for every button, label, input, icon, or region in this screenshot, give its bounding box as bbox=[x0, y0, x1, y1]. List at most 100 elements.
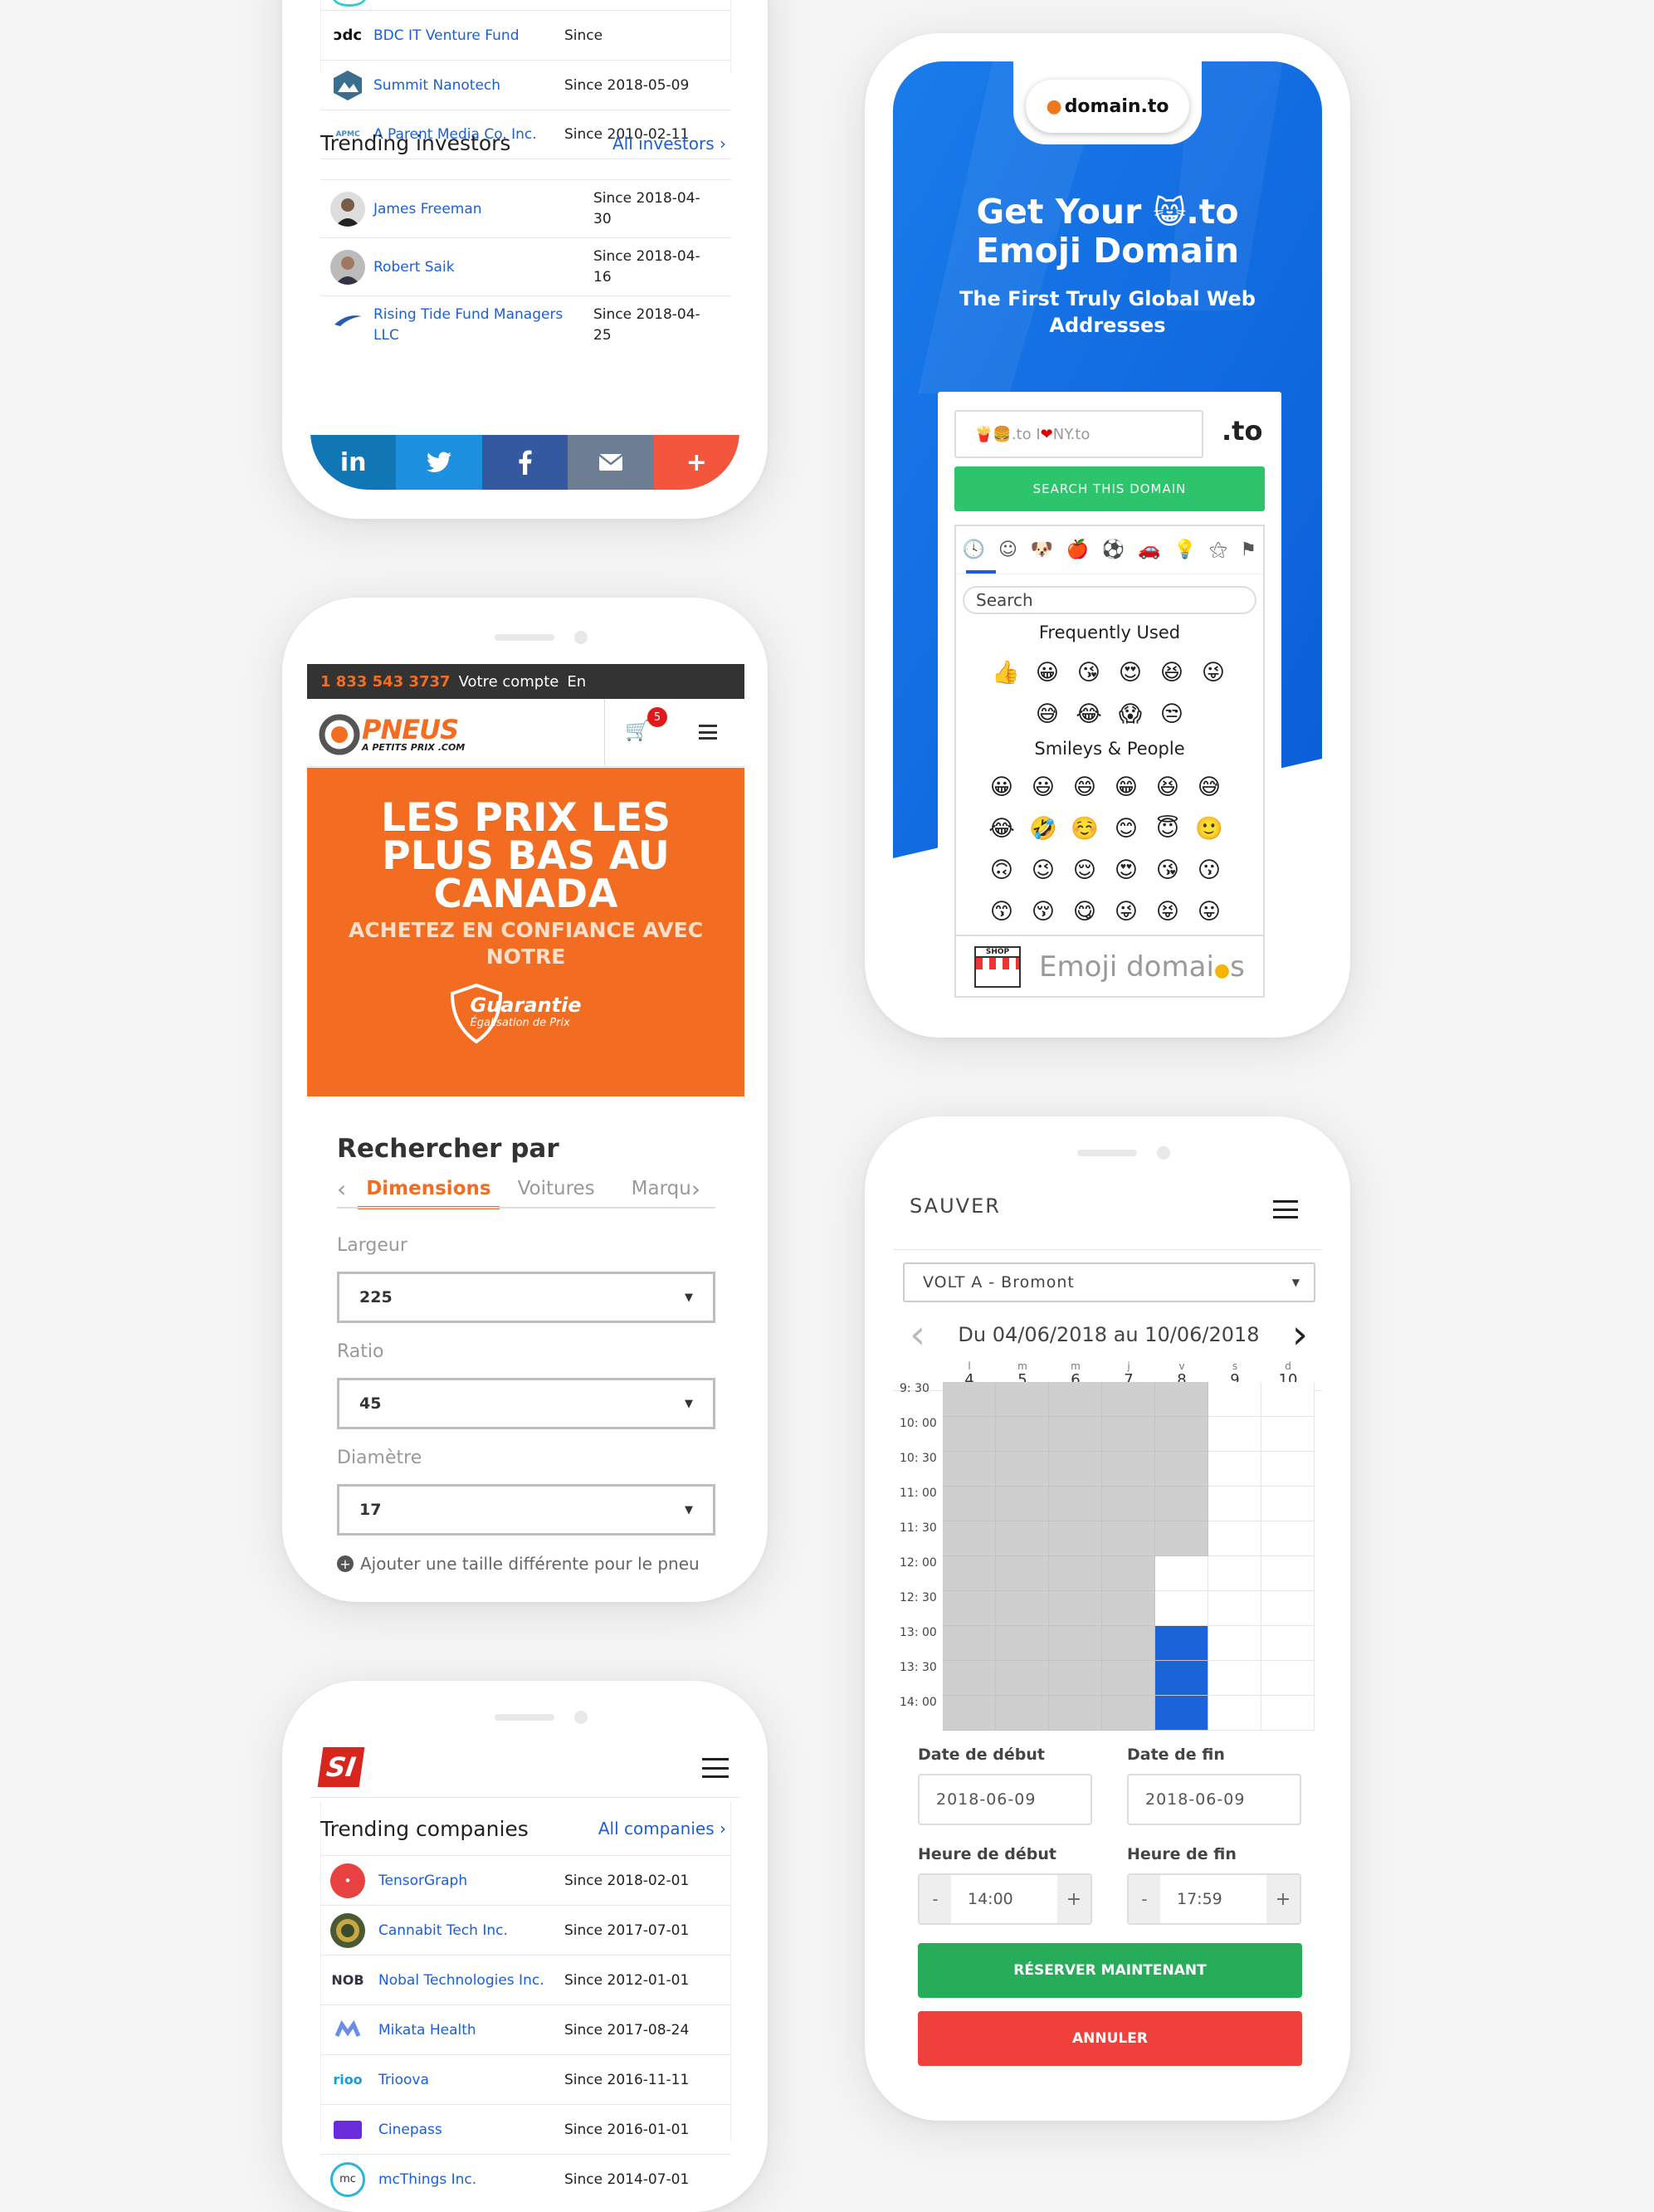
time-slot[interactable] bbox=[1049, 1487, 1102, 1521]
prev-week-icon[interactable]: ‹ bbox=[910, 1315, 925, 1355]
list-item[interactable]: Summit Nanotech Since 2018-05-09 bbox=[320, 60, 731, 110]
tab-dimensions[interactable]: Dimensions bbox=[358, 1178, 500, 1209]
time-slot[interactable] bbox=[996, 1661, 1049, 1696]
emoji-item[interactable]: 😀 bbox=[981, 767, 1022, 808]
time-slot[interactable] bbox=[943, 1417, 996, 1452]
time-slot[interactable] bbox=[996, 1696, 1049, 1731]
time-slot[interactable] bbox=[1261, 1556, 1315, 1591]
list-item[interactable]: Rising Tide Fund Managers LLC Since 2018-… bbox=[320, 295, 731, 354]
end-time-input[interactable]: 17:59 bbox=[1160, 1875, 1266, 1923]
time-slot[interactable] bbox=[1261, 1487, 1315, 1521]
emoji-item[interactable]: 😘 bbox=[1147, 850, 1188, 891]
facebook-icon[interactable] bbox=[481, 435, 568, 490]
emoji-item[interactable]: 😂 bbox=[981, 808, 1022, 850]
emoji-item[interactable]: 😱 bbox=[1110, 694, 1151, 735]
time-slot[interactable] bbox=[943, 1696, 996, 1731]
time-slot[interactable] bbox=[1261, 1521, 1315, 1556]
emoji-item[interactable]: 😒 bbox=[1151, 694, 1193, 735]
time-slot[interactable] bbox=[1208, 1487, 1261, 1521]
tab-marques[interactable]: Marqu bbox=[632, 1178, 691, 1199]
domain-input[interactable]: 🍟🍔 .to I ❤ NY.to bbox=[954, 410, 1203, 458]
time-slot[interactable] bbox=[996, 1626, 1049, 1661]
time-slot[interactable] bbox=[943, 1591, 996, 1626]
emoji-item[interactable]: 😀 bbox=[1027, 652, 1068, 694]
chevron-right-icon[interactable]: › bbox=[691, 1175, 700, 1203]
time-slot[interactable] bbox=[943, 1626, 996, 1661]
emoji-item[interactable]: 😄 bbox=[1064, 767, 1105, 808]
list-item[interactable]: Robert Saik Since 2018-04- 16 bbox=[320, 237, 731, 295]
emoji-search-input[interactable]: Search bbox=[963, 586, 1256, 614]
time-slot[interactable] bbox=[1049, 1417, 1102, 1452]
menu-icon[interactable] bbox=[702, 1758, 729, 1778]
time-slot[interactable] bbox=[1261, 1661, 1315, 1696]
time-slot[interactable] bbox=[1049, 1696, 1102, 1731]
width-select[interactable]: 225 ▼ bbox=[337, 1272, 715, 1323]
time-slot[interactable] bbox=[1102, 1452, 1155, 1487]
list-item[interactable]: Cannabit Tech Inc. Since 2017-07-01 bbox=[320, 1905, 731, 1955]
decrement-button[interactable]: - bbox=[1129, 1875, 1160, 1923]
emoji-item[interactable]: 😂 bbox=[1068, 694, 1110, 735]
brand-logo[interactable]: ● domain.to bbox=[1026, 80, 1189, 133]
time-slot[interactable] bbox=[1208, 1452, 1261, 1487]
emoji-item[interactable]: 😅 bbox=[1188, 767, 1230, 808]
emoji-item[interactable]: 😝 bbox=[1147, 891, 1188, 933]
time-slot[interactable] bbox=[1049, 1556, 1102, 1591]
reserve-button[interactable]: RÉSERVER MAINTENANT bbox=[918, 1943, 1302, 1998]
emoji-item[interactable]: 😌 bbox=[1064, 850, 1105, 891]
emoji-item[interactable]: 😁 bbox=[1105, 767, 1147, 808]
time-slot[interactable] bbox=[1208, 1591, 1261, 1626]
availability-grid[interactable] bbox=[943, 1382, 1316, 1731]
list-item[interactable]: James Freeman Since 2018-04- 30 bbox=[320, 179, 731, 237]
search-domain-button[interactable]: SEARCH THIS DOMAIN bbox=[954, 466, 1265, 511]
emoji-item[interactable]: 😋 bbox=[1064, 891, 1105, 933]
time-slot[interactable] bbox=[1261, 1417, 1315, 1452]
sport-icon[interactable]: ⚽ bbox=[1102, 540, 1125, 560]
decrement-button[interactable]: - bbox=[920, 1875, 951, 1923]
list-item[interactable]: NOB Nobal Technologies Inc. Since 2012-0… bbox=[320, 1955, 731, 2004]
location-select[interactable]: VOLT A - Bromont ▼ bbox=[903, 1262, 1315, 1302]
time-slot[interactable] bbox=[1155, 1521, 1208, 1556]
sauver-logo[interactable]: SAUVER bbox=[910, 1194, 1001, 1218]
menu-icon[interactable] bbox=[699, 725, 717, 740]
emoji-item[interactable]: 😜 bbox=[1105, 891, 1147, 933]
account-link[interactable]: Votre compte bbox=[459, 673, 559, 691]
time-slot[interactable] bbox=[943, 1556, 996, 1591]
si-logo[interactable]: SI bbox=[317, 1747, 365, 1787]
increment-button[interactable]: + bbox=[1266, 1875, 1300, 1923]
cart-icon[interactable]: 🛒 bbox=[625, 719, 650, 742]
time-slot[interactable] bbox=[1261, 1591, 1315, 1626]
emoji-item[interactable]: 🙃 bbox=[981, 850, 1022, 891]
chevron-left-icon[interactable]: ‹ bbox=[337, 1175, 346, 1203]
next-week-icon[interactable]: › bbox=[1292, 1315, 1308, 1355]
list-item[interactable]: ● TensorGraph Since 2018-02-01 bbox=[320, 1855, 731, 1905]
food-icon[interactable]: 🍎 bbox=[1066, 540, 1089, 560]
emoji-item[interactable]: ☺️ bbox=[1064, 808, 1105, 850]
emoji-item[interactable]: 😃 bbox=[1022, 767, 1064, 808]
all-investors-link[interactable]: All investors › bbox=[612, 134, 731, 154]
flag-icon[interactable]: ⚑ bbox=[1240, 540, 1256, 560]
list-item[interactable]: Mikata Health Since 2017-08-24 bbox=[320, 2004, 731, 2054]
add-size-link[interactable]: + Ajouter une taille différente pour le … bbox=[337, 1554, 700, 1574]
cancel-button[interactable]: ANNULER bbox=[918, 2011, 1302, 2066]
emoji-item[interactable]: 😆 bbox=[1151, 652, 1193, 694]
diameter-select[interactable]: 17 ▼ bbox=[337, 1484, 715, 1536]
time-slot[interactable] bbox=[1155, 1556, 1208, 1591]
emoji-item[interactable]: 😅 bbox=[1027, 694, 1068, 735]
time-slot[interactable] bbox=[1208, 1556, 1261, 1591]
car-icon[interactable]: 🚗 bbox=[1138, 540, 1160, 560]
emoji-item[interactable]: 🙂 bbox=[1188, 808, 1230, 850]
start-date-field[interactable]: 2018-06-09 bbox=[918, 1774, 1092, 1825]
list-item[interactable]: mc mcThings Inc. Since 2014-07-01 bbox=[320, 2154, 731, 2204]
emoji-item[interactable]: 😘 bbox=[1068, 652, 1110, 694]
time-slot[interactable] bbox=[1208, 1521, 1261, 1556]
time-slot[interactable] bbox=[996, 1521, 1049, 1556]
start-time-input[interactable]: 14:00 bbox=[951, 1875, 1057, 1923]
time-slot[interactable] bbox=[1102, 1556, 1155, 1591]
time-slot[interactable] bbox=[1155, 1626, 1208, 1661]
time-slot[interactable] bbox=[1155, 1591, 1208, 1626]
time-slot[interactable] bbox=[1208, 1661, 1261, 1696]
time-slot[interactable] bbox=[996, 1591, 1049, 1626]
time-slot[interactable] bbox=[1049, 1452, 1102, 1487]
time-slot[interactable] bbox=[996, 1417, 1049, 1452]
plus-icon[interactable]: + bbox=[653, 435, 739, 490]
